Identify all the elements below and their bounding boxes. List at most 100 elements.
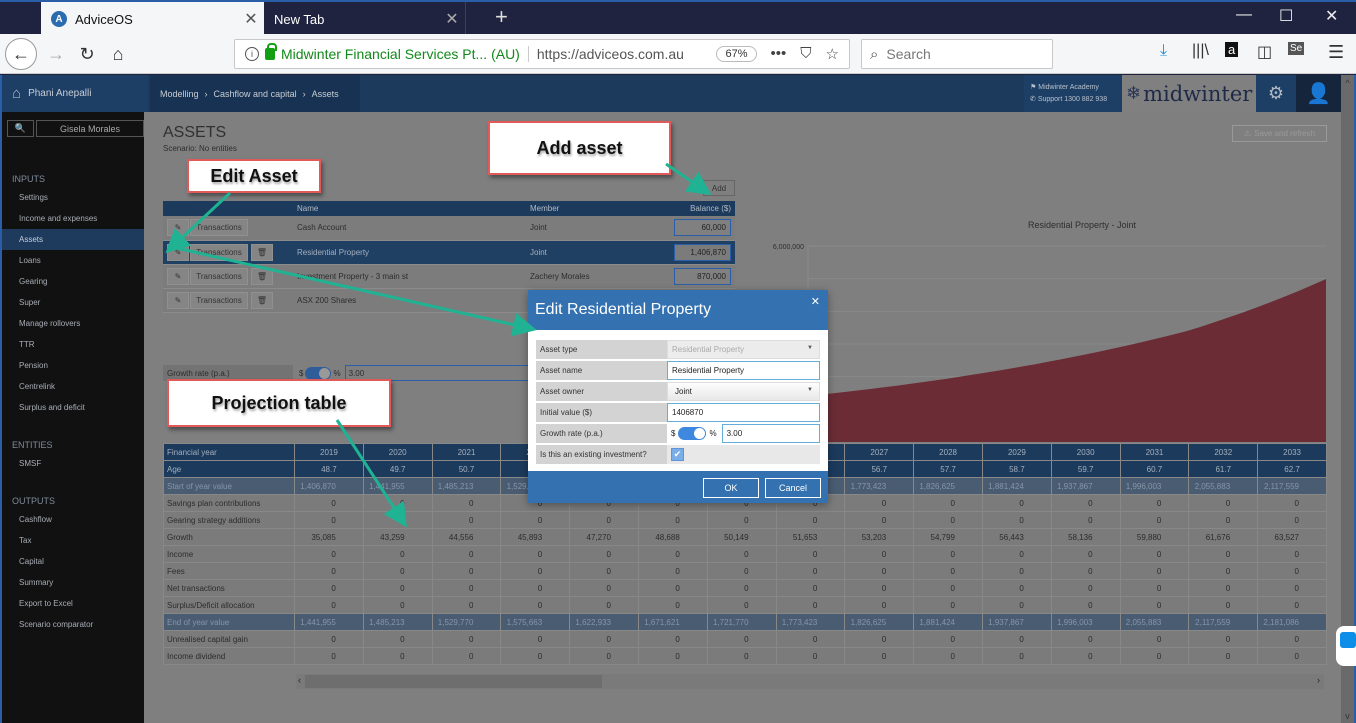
teamviewer-widget[interactable] [1336,626,1356,666]
percent-label: % [709,429,717,438]
transactions-button[interactable]: Transactions [190,267,248,285]
sidebar-item-super[interactable]: Super [2,292,144,313]
sidebar-item-assets[interactable]: Assets [2,229,144,250]
settings-gear-icon[interactable]: ⚙ [1256,75,1296,112]
growth-type-toggle[interactable] [305,366,332,380]
bookmark-star-icon[interactable]: ☆ [826,45,839,63]
page-actions-icon[interactable]: ••• [771,45,787,63]
asset-type-value: Residential Property [672,345,745,354]
ok-button[interactable]: OK [703,478,759,498]
transactions-button[interactable]: Transactions [190,291,248,309]
asset-owner-select[interactable]: Joint ▼ [667,382,820,401]
scroll-left-icon[interactable]: ‹ [298,675,301,685]
edit-pencil-icon[interactable]: ✎ [167,267,189,285]
asset-balance: 1,406,870 [668,240,735,265]
sidebar-item-smsf[interactable]: SMSF [2,453,144,474]
balance-input[interactable]: 870,000 [674,267,731,285]
amazon-icon[interactable]: a [1225,42,1239,57]
asset-row[interactable]: ✎ Transactions 🗑 Investment Property - 3 ma… [163,264,735,289]
sidebar-item-settings[interactable]: Settings [2,187,144,208]
breadcrumb-item[interactable]: Modelling [160,89,199,99]
sidebar-item-ttr[interactable]: TTR [2,334,144,355]
close-tab-icon[interactable]: ✕ [238,9,264,29]
sidebar-item-loans[interactable]: Loans [2,250,144,271]
cancel-button[interactable]: Cancel [765,478,821,498]
sidebar-item-capital[interactable]: Capital [2,551,144,572]
breadcrumb-item[interactable]: Cashflow and capital [214,89,297,99]
reload-icon[interactable]: ↻ [73,40,101,68]
client-search-icon[interactable]: 🔍 [7,120,34,137]
url-text[interactable]: https://adviceos.com.au [537,46,717,62]
projection-cell: 0 [362,494,433,512]
home-icon[interactable]: ⌂ [104,40,132,68]
transactions-button[interactable]: Transactions [190,219,248,237]
add-asset-button[interactable]: Add [703,180,735,196]
sidebar-item-export-to-excel[interactable]: Export to Excel [2,593,144,614]
transactions-button[interactable]: Transactions [190,243,248,261]
asset-row[interactable]: ✎ Transactions 🗑 Residential Property Joint 1… [163,240,735,265]
growth-rate-input[interactable]: 3.00 [721,424,820,443]
url-bar[interactable]: i Midwinter Financial Services Pt... (AU… [234,39,850,69]
download-icon[interactable]: ⤓ [1160,42,1167,60]
modal-close-icon[interactable]: ✕ [811,295,820,308]
delete-trash-icon[interactable]: 🗑 [251,291,273,309]
menu-hamburger-icon[interactable]: ☰ [1328,42,1344,63]
user-profile-icon[interactable]: 👤 [1296,75,1341,112]
sidebar-item-surplus-and-deficit[interactable]: Surplus and deficit [2,397,144,418]
sidebar-item-cashflow[interactable]: Cashflow [2,509,144,530]
projection-cell: 0 [1188,494,1259,512]
library-icon[interactable]: |||\ [1192,42,1209,60]
balance-input[interactable]: 60,000 [674,219,731,237]
teamviewer-icon[interactable] [1340,632,1356,648]
scroll-thumb[interactable] [305,675,602,688]
asset-name-input[interactable]: Residential Property [667,361,820,380]
pocket-icon[interactable]: ⛉ [800,45,811,63]
table-horizontal-scrollbar[interactable]: ‹ › [296,674,1324,689]
home-icon[interactable]: ⌂ [12,85,21,102]
asset-name: Cash Account [293,216,526,241]
tab-new-tab[interactable]: New Tab ✕ [264,2,466,36]
year-header: 2031 [1119,443,1190,461]
existing-investment-checkbox[interactable]: ✔ [671,448,684,461]
sidebar-item-gearing[interactable]: Gearing [2,271,144,292]
maximize-icon[interactable]: ☐ [1279,6,1293,26]
save-and-refresh-button[interactable]: ⚠ Save and refresh [1232,125,1327,142]
scroll-right-icon[interactable]: › [1317,675,1320,685]
info-icon[interactable]: i [245,47,259,61]
sidebar-item-scenario-comparator[interactable]: Scenario comparator [2,614,144,635]
tab-adviceos[interactable]: A AdviceOS ✕ [41,2,264,36]
sidebar-item-pension[interactable]: Pension [2,355,144,376]
projection-cell: 0 [706,562,777,580]
zoom-indicator[interactable]: 67% [716,46,757,62]
sidebar-item-summary[interactable]: Summary [2,572,144,593]
edit-pencil-icon[interactable]: ✎ [167,243,189,261]
balance-input[interactable]: 1,406,870 [674,243,731,261]
new-tab-plus-icon[interactable]: + [495,4,508,30]
initial-value-input[interactable]: 1406870 [667,403,820,422]
growth-type-toggle[interactable] [678,427,707,440]
scroll-up-icon[interactable]: ^ [1341,78,1354,88]
sidebar-item-centrelink[interactable]: Centrelink [2,376,144,397]
minimize-icon[interactable]: — [1236,6,1252,24]
edit-pencil-icon[interactable]: ✎ [167,219,189,237]
sidebar-item-tax[interactable]: Tax [2,530,144,551]
sidebar-toggle-icon[interactable]: ◫ [1257,42,1272,62]
user-home[interactable]: ⌂ Phani Anepalli [2,75,148,112]
back-arrow-icon[interactable]: ← [5,38,37,70]
delete-trash-icon[interactable]: 🗑 [251,267,273,285]
forward-arrow-icon[interactable]: → [42,40,70,68]
scroll-down-icon[interactable]: v [1341,711,1354,721]
site-identity[interactable]: Midwinter Financial Services Pt... (AU) [281,46,529,62]
close-tab-icon[interactable]: ✕ [439,9,465,29]
window-close-icon[interactable]: ✕ [1325,6,1338,26]
projection-cell: 0 [362,562,433,580]
academy-link[interactable]: Midwinter Academy [1038,84,1099,91]
sidebar-item-income-and-expenses[interactable]: Income and expenses [2,208,144,229]
delete-trash-icon[interactable]: 🗑 [251,243,273,261]
sidebar-item-manage-rollovers[interactable]: Manage rollovers [2,313,144,334]
asset-row[interactable]: ✎ Transactions Cash Account Joint 60,000 [163,216,735,241]
selenium-icon[interactable]: Se [1288,42,1305,55]
client-selector[interactable]: Gisela Morales [36,120,144,137]
edit-pencil-icon[interactable]: ✎ [167,291,189,309]
search-bar[interactable]: ⌕ Search [861,39,1053,69]
